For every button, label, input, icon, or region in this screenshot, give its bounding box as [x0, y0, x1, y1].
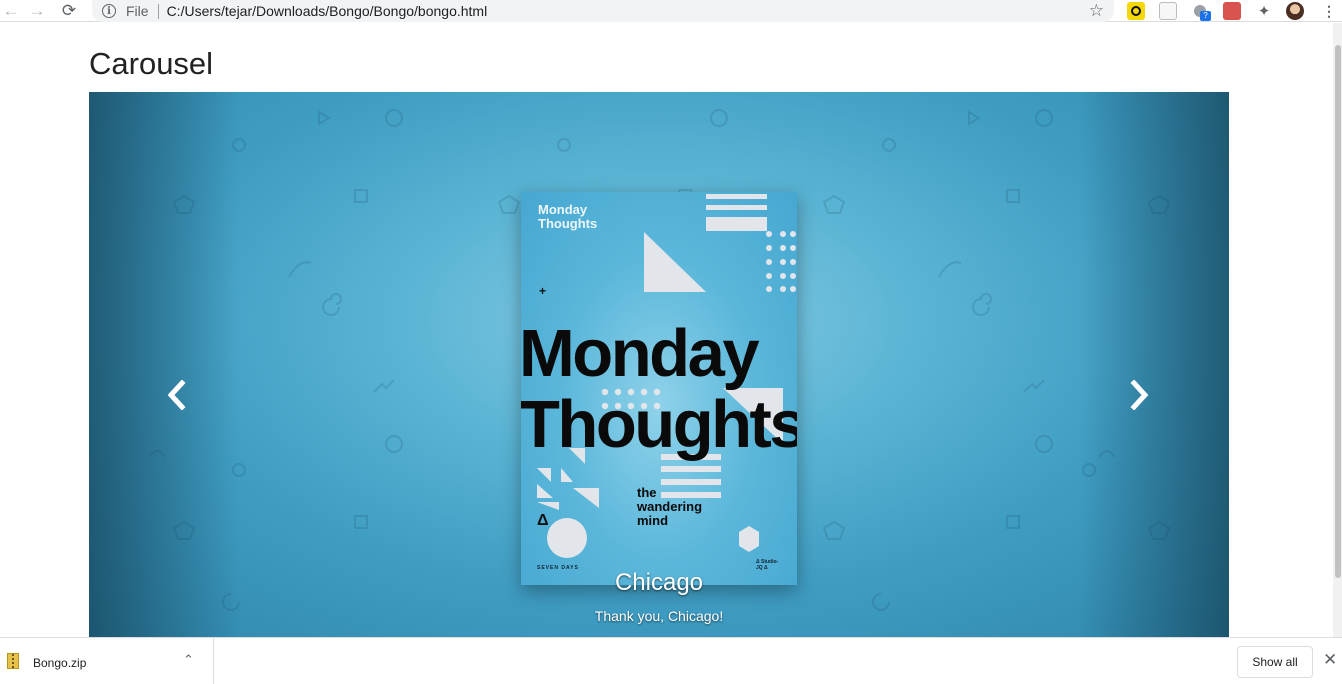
- chevron-left-icon: [167, 380, 186, 410]
- menu-kebab-icon[interactable]: ⋮: [1320, 2, 1338, 20]
- poster-subtitle-line2: wandering: [637, 499, 703, 514]
- url-text[interactable]: C:/Users/tejar/Downloads/Bongo/Bongo/bon…: [167, 3, 488, 19]
- poster-plus-mark: +: [539, 284, 547, 298]
- download-file-name[interactable]: Bongo.zip: [33, 656, 86, 670]
- poster-subtitle: the wandering mind: [637, 486, 702, 528]
- poster-title-line2: Thoughts: [521, 387, 797, 462]
- chevron-up-icon[interactable]: ⌃: [183, 652, 194, 668]
- profile-avatar[interactable]: [1286, 2, 1304, 20]
- zip-file-icon: [7, 653, 19, 669]
- chevron-right-icon: [1130, 380, 1149, 410]
- extension-pdf-icon[interactable]: [1223, 2, 1241, 20]
- extension-badge: ?: [1200, 11, 1211, 21]
- extensions-puzzle-icon[interactable]: ✦: [1255, 2, 1273, 20]
- carousel-prev-button[interactable]: [157, 375, 197, 415]
- close-icon[interactable]: ✕: [1323, 650, 1337, 670]
- carousel-caption-title: Chicago: [614, 569, 704, 596]
- poster-delta-icon: Δ: [537, 512, 549, 529]
- carousel-next-button[interactable]: [1119, 375, 1159, 415]
- bookmark-star-icon[interactable]: ☆: [1089, 1, 1104, 21]
- poster-subtitle-line1: the: [637, 485, 657, 500]
- page-title: Carousel: [89, 46, 214, 81]
- poster-title-line1: Monday: [521, 316, 760, 391]
- address-divider: [157, 3, 159, 19]
- extension-target-icon[interactable]: [1127, 2, 1145, 20]
- forward-arrow-icon[interactable]: →: [26, 0, 48, 22]
- carousel: Monday Thoughts + Monday Thoughts the wa…: [89, 92, 1229, 637]
- download-item[interactable]: Bongo.zip ⌃: [0, 638, 214, 684]
- browser-toolbar: ← → ⟳ i File C:/Users/tejar/Downloads/Bo…: [0, 0, 1342, 22]
- carousel-caption-text: Thank you, Chicago!: [594, 608, 724, 624]
- poster-image: Monday Thoughts + Monday Thoughts the wa…: [521, 192, 797, 585]
- info-icon[interactable]: i: [102, 4, 116, 18]
- scrollbar-thumb[interactable]: [1335, 45, 1341, 578]
- show-all-button[interactable]: Show all: [1237, 646, 1313, 678]
- extension-pocket-icon[interactable]: [1159, 2, 1177, 20]
- scheme-label: File: [126, 3, 149, 19]
- extension-chat-icon[interactable]: ?: [1191, 2, 1211, 21]
- reload-icon[interactable]: ⟳: [58, 0, 80, 22]
- poster-subtitle-line3: mind: [637, 513, 669, 528]
- back-arrow-icon[interactable]: ←: [0, 0, 22, 22]
- left-shade: [89, 92, 239, 637]
- right-shade: [1079, 92, 1229, 637]
- address-bar[interactable]: i File C:/Users/tejar/Downloads/Bongo/Bo…: [92, 0, 1114, 22]
- download-shelf: Bongo.zip ⌃ Show all ✕: [0, 637, 1342, 684]
